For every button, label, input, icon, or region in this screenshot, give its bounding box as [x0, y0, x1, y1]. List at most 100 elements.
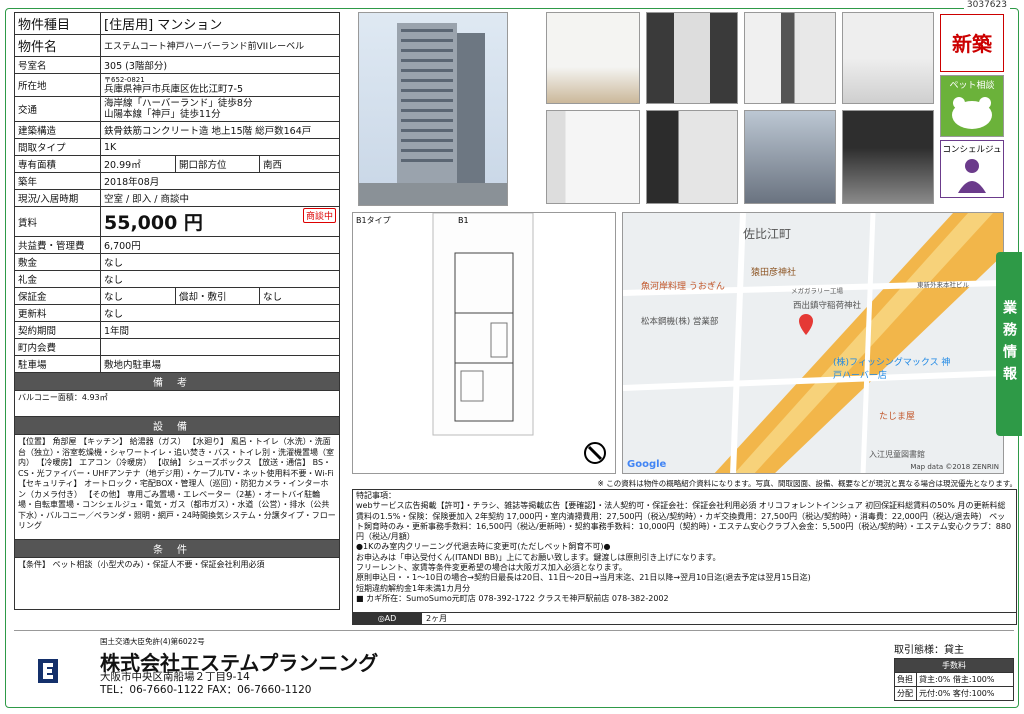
layout-value: 1K: [100, 138, 340, 156]
notes-line: webサービス広告掲載【許可】・チラシ、雑誌等掲載広告【要確認】・法人契約可・保…: [356, 501, 1012, 542]
renewal-key: 更新料: [14, 304, 101, 322]
layout-key: 間取タイプ: [14, 138, 101, 156]
fee-row-value: 元付:0% 客付:100%: [916, 686, 1014, 701]
address-value: 〒652-0821 兵庫県神戸市兵庫区佐比江町7-5: [100, 73, 340, 97]
fee-row-value: 貸主:0% 借主:100%: [916, 672, 1014, 687]
map-label-tajimaya: たじま屋: [879, 412, 916, 422]
renewal-value: なし: [100, 304, 340, 322]
fee-value: 6,700円: [100, 236, 340, 254]
notes-line: 特記事項：: [356, 491, 396, 500]
company-footer: 国土交通大臣免許(4)第6022号 株式会社エステムプランニング 大阪市中央区南…: [14, 630, 1014, 706]
notes-line: フリーレント、家賃等条件変更希望の場合は大阪ガス加入必須となります。: [356, 563, 627, 573]
town-fee-key: 町内会費: [14, 338, 101, 356]
rent-key: 賃料: [14, 206, 101, 237]
company-logo-icon: [38, 659, 58, 683]
room-photo-2[interactable]: [646, 12, 738, 104]
address-key: 所在地: [14, 73, 101, 97]
structure-value: 鉄骨鉄筋コンクリート造 地上15階 総戸数164戸: [100, 121, 340, 139]
company-contact: 大阪市中央区南船場２丁目9-14 TEL：06-7660-1122 FAX：06-…: [100, 671, 311, 697]
deposit-value: なし: [100, 253, 340, 271]
fee-header: 手数料: [894, 658, 1014, 673]
amortization-value: なし: [259, 287, 340, 305]
room-photo-1[interactable]: [546, 12, 640, 104]
room-photo-4[interactable]: [842, 12, 934, 104]
building-image: [359, 23, 507, 205]
special-notes: 特記事項： webサービス広告掲載【許可】・チラシ、雑誌等掲載広告【要確認】・法…: [352, 489, 1017, 613]
status-key: 現況/入居時期: [14, 189, 101, 207]
fee-row-key: 負担: [894, 672, 917, 687]
floor-plan[interactable]: B1タイプ B1: [352, 212, 616, 474]
term-key: 契約期間: [14, 321, 101, 339]
area-key: 専有面積: [14, 155, 101, 173]
fee-row-key: 分配: [894, 686, 917, 701]
notes-line: 原則申込日・・1～10日の場合→契約日最長は20日、11日～20日→当月末迄、2…: [356, 573, 811, 583]
ad-value: 2ヶ月: [421, 613, 447, 624]
area-value: 20.99㎡: [100, 155, 176, 173]
built-value: 2018年08月: [100, 172, 340, 190]
disclaimer-note: ※ この資料は物件の概略紹介資料になります。写真、間取図面、設備、概要などが現況…: [597, 479, 1017, 488]
location-map[interactable]: 佐比江町 猿田彦神社 魚河岸料理 うおぎん メガガラリー工場 西出鎮守稲荷神社 …: [622, 212, 1004, 474]
notes-line: ●1Kのみ室内クリーニング代退去時に変更可(ただしペット飼育不可)●: [356, 542, 611, 552]
new-build-badge: 新築: [940, 14, 1004, 72]
map-label-fishing: (株)フィッシングマックス 神戸ハーバー店: [833, 358, 951, 381]
map-label-sahie: 佐比江町: [743, 227, 792, 241]
address-text: 兵庫県神戸市兵庫区佐比江町7-5: [104, 84, 244, 95]
feature-badges: 新築 ペット相談 コンシェルジュ: [940, 14, 1004, 201]
access-line-1: 海岸線「ハーバーランド」徒歩8分: [104, 98, 253, 109]
google-logo: Google: [627, 459, 667, 470]
ad-label: ◎AD: [353, 613, 421, 624]
room-photo-7[interactable]: [744, 110, 836, 204]
map-attribution: Map data ©2018 ZENRIN: [910, 463, 999, 471]
exterior-photo[interactable]: [358, 12, 508, 206]
property-spec-table: 物件種目 [住居用] マンション 物件名 エステムコート神戸ハーバーランド前VIIレ…: [14, 12, 340, 610]
rent-value-cell: 55,000 円 商談中: [100, 206, 340, 237]
guarantee-value: なし: [100, 287, 176, 305]
remarks-text: バルコニー面積：4.93㎡: [14, 390, 340, 417]
pet-icon: [952, 97, 992, 129]
map-label-matsumoto: 松本鋼機(株) 営業部: [641, 317, 719, 327]
structure-key: 建築構造: [14, 121, 101, 139]
room-value: 305 (3階部分): [100, 56, 340, 74]
access-key: 交通: [14, 96, 101, 122]
room-photo-5[interactable]: [546, 110, 640, 204]
map-label-sarutahiko: 猿田彦神社: [751, 268, 797, 278]
pet-badge-label: ペット相談: [949, 81, 995, 91]
fee-table: 手数料 負担 貸主:0% 借主:100% 分配 元付:0% 客付:100%: [894, 658, 1014, 701]
transaction-type: 取引態様：貸主: [894, 645, 964, 656]
status-value: 空室 / 即入 / 商談中: [100, 189, 340, 207]
access-line-2: 山陽本線「神戸」徒歩11分: [104, 109, 221, 120]
parking-value: 敷地内駐車場: [100, 355, 340, 373]
concierge-badge: コンシェルジュ: [940, 140, 1004, 198]
term-value: 1年間: [100, 321, 340, 339]
map-label-megagarari: メガガラリー工場: [791, 287, 843, 295]
room-photo-3[interactable]: [744, 12, 836, 104]
room-photo-8[interactable]: [842, 110, 934, 204]
type-key: 物件種目: [14, 12, 101, 35]
map-label-uogin: 魚河岸料理 うおぎん: [641, 282, 725, 292]
negotiating-tag: 商談中: [302, 208, 336, 223]
floor-type-label: B1タイプ: [356, 216, 391, 225]
svg-text:B1: B1: [458, 216, 469, 225]
town-fee-value: [100, 338, 340, 356]
map-drawing: [623, 213, 1003, 473]
transaction-box: 取引態様：貸主 手数料 負担 貸主:0% 借主:100% 分配 元付:0% 客付:1…: [894, 641, 1018, 701]
company-phone: TEL：06-7660-1122 FAX：06-7660-1120: [100, 684, 312, 696]
deposit-key: 敷金: [14, 253, 101, 271]
pet-consult-badge: ペット相談: [940, 75, 1004, 137]
equipment-header: 設備: [14, 416, 340, 435]
notes-line: ■ カギ所在：SumoSumo元町店 078-392-1722 クラスモ神戸駅前…: [356, 593, 669, 603]
room-photo-6[interactable]: [646, 110, 738, 204]
map-label-library: 入江児童図書館: [869, 450, 925, 459]
built-key: 築年: [14, 172, 101, 190]
map-label-toshin: 東新外来本社ビル: [917, 281, 969, 289]
map-label-shrine: 西出鎮守稲荷神社: [793, 301, 862, 311]
conditions-text: 【条件】 ペット相談（小型犬のみ）・保証人不要・保証会社利用必須: [14, 557, 340, 610]
concierge-badge-label: コンシェルジュ: [942, 145, 1002, 155]
business-info-tab[interactable]: 業務情報: [996, 252, 1022, 436]
key-money-value: なし: [100, 270, 340, 288]
fee-key: 共益費・管理費: [14, 236, 101, 254]
direction-value: 南西: [259, 155, 340, 173]
notes-line: お申込みは「申込受付くん(ITANDI BB)」上にてお願い致します。鍵渡しは原…: [356, 552, 721, 562]
room-key: 号室名: [14, 56, 101, 74]
type-value: [住居用] マンション: [100, 12, 340, 35]
